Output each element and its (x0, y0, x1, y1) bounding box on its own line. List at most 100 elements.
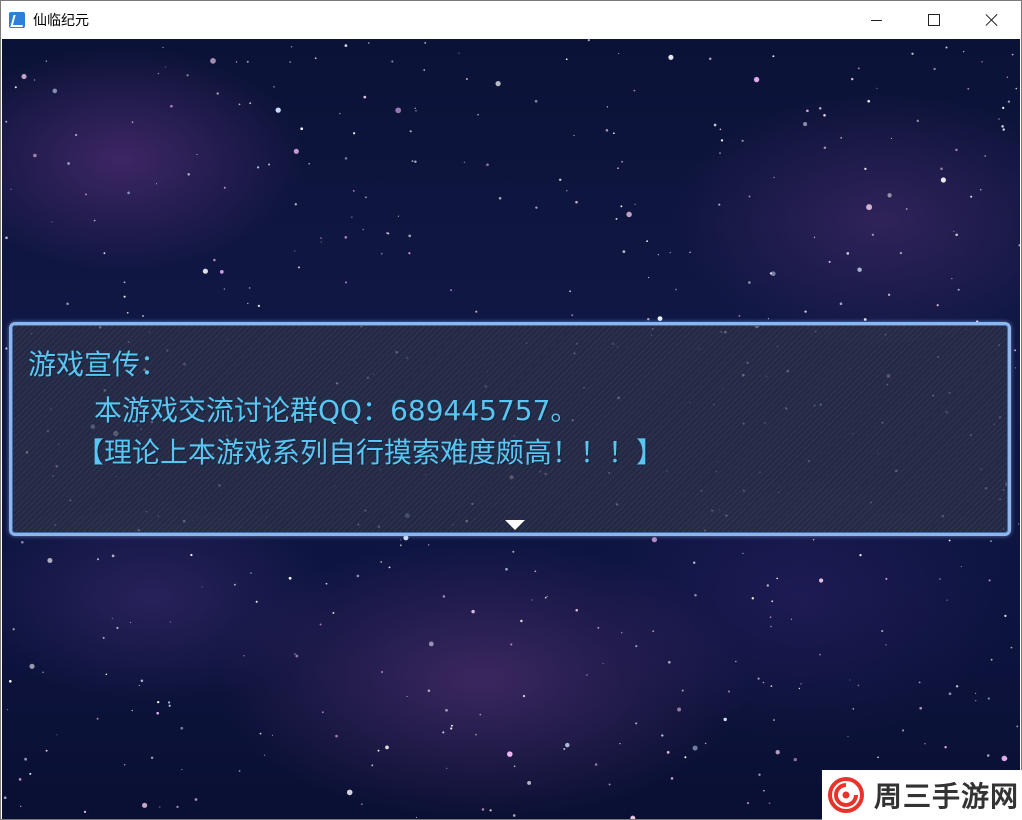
star (246, 60, 249, 63)
star (450, 727, 453, 730)
star (857, 684, 860, 687)
star (738, 314, 741, 317)
star (828, 260, 831, 263)
star (159, 806, 161, 808)
star (505, 567, 508, 571)
star (741, 139, 744, 142)
star (103, 252, 106, 255)
star (186, 74, 189, 77)
star (477, 113, 479, 116)
star (213, 258, 216, 262)
close-button[interactable] (963, 1, 1021, 39)
star (20, 805, 22, 808)
star (605, 129, 609, 132)
star (512, 550, 515, 553)
star (1002, 128, 1005, 131)
star (181, 768, 183, 770)
star (692, 745, 698, 751)
star (635, 722, 638, 725)
star (168, 704, 171, 707)
star (458, 52, 460, 54)
star (377, 749, 380, 752)
star (758, 773, 761, 777)
star (613, 132, 615, 135)
star (990, 540, 992, 542)
star (308, 162, 311, 165)
window-controls (847, 1, 1021, 39)
star (753, 76, 760, 83)
minimize-button[interactable] (847, 1, 905, 39)
star (863, 318, 867, 321)
star (235, 61, 238, 63)
star (689, 251, 691, 253)
star (275, 107, 281, 113)
star (479, 713, 482, 716)
star (150, 756, 154, 760)
star (513, 765, 516, 768)
star (597, 626, 600, 629)
star (846, 252, 850, 255)
star (411, 160, 414, 163)
star (946, 599, 948, 601)
star (450, 289, 452, 291)
star (618, 53, 620, 55)
game-viewport[interactable]: 游戏宣传： 本游戏交流讨论群QQ：689445757。 【理论上本游戏系列自行摸… (2, 39, 1020, 819)
star (984, 155, 986, 157)
star (169, 621, 171, 623)
star (955, 148, 958, 152)
star (294, 653, 296, 655)
star (293, 148, 299, 154)
star (955, 233, 959, 237)
star (314, 57, 317, 60)
star (657, 316, 663, 322)
star (719, 152, 721, 155)
star (772, 55, 775, 58)
star (325, 582, 328, 585)
star (56, 734, 58, 736)
star (290, 45, 293, 48)
star (96, 717, 99, 720)
star (24, 757, 27, 761)
star (939, 578, 941, 580)
star (944, 746, 947, 749)
star (967, 87, 970, 90)
title-bar[interactable]: 仙临纪元 (1, 1, 1021, 39)
minimize-icon (870, 19, 882, 21)
star (818, 578, 824, 583)
star (223, 288, 226, 290)
star (951, 277, 953, 280)
message-window[interactable]: 游戏宣传： 本游戏交流讨论群QQ：689445757。 【理论上本游戏系列自行摸… (9, 322, 1011, 536)
star (5, 120, 8, 123)
star (804, 310, 807, 313)
star (571, 314, 574, 316)
star (387, 232, 390, 235)
star (586, 674, 588, 676)
star (83, 810, 87, 814)
star (6, 709, 8, 711)
down-triangle-icon[interactable] (505, 520, 525, 530)
star (617, 167, 619, 170)
star (259, 732, 262, 735)
star (423, 69, 426, 71)
star (885, 577, 888, 580)
star (268, 163, 271, 166)
swirl-logo-icon (828, 777, 864, 813)
star (565, 58, 568, 61)
maximize-button[interactable] (905, 1, 963, 39)
star (633, 89, 636, 92)
star (770, 685, 773, 687)
star (75, 133, 78, 137)
star (321, 711, 324, 714)
star (170, 104, 173, 108)
star (622, 250, 626, 253)
star (763, 789, 765, 792)
star (974, 692, 977, 695)
star (445, 708, 448, 712)
star (141, 802, 148, 808)
star (5, 347, 8, 350)
star (353, 190, 355, 192)
star (288, 576, 292, 580)
star (180, 726, 184, 730)
star (475, 733, 477, 736)
star (202, 268, 208, 274)
